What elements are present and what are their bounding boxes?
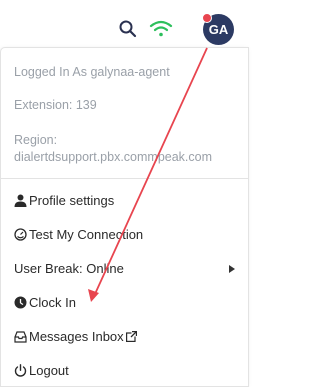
power-icon xyxy=(14,364,27,377)
clock-in-item[interactable]: Clock In xyxy=(1,290,248,316)
wifi-icon[interactable] xyxy=(148,18,174,40)
search-icon[interactable] xyxy=(118,19,138,39)
gauge-icon xyxy=(14,228,27,241)
user-break-label: User Break: Online xyxy=(14,261,124,276)
top-bar: GA xyxy=(0,0,249,50)
test-connection-item[interactable]: Test My Connection xyxy=(1,222,248,248)
external-link-icon xyxy=(125,331,137,342)
logout-label: Logout xyxy=(29,363,69,378)
region-value: dialertdsupport.pbx.commpeak.com xyxy=(14,150,213,164)
clock-in-label: Clock In xyxy=(29,295,76,310)
messages-inbox-item[interactable]: Messages Inbox xyxy=(1,324,248,350)
user-dropdown-menu: Logged In As galynaa-agent Extension: 13… xyxy=(0,47,249,387)
user-break-item[interactable]: User Break: Online xyxy=(1,256,248,282)
messages-inbox-label: Messages Inbox xyxy=(29,329,137,344)
caret-right-icon xyxy=(229,265,235,273)
logged-in-text: Logged In As galynaa-agent xyxy=(14,65,170,79)
status-dot xyxy=(202,13,212,23)
user-icon xyxy=(14,194,27,207)
clock-icon xyxy=(14,296,27,309)
profile-settings-item[interactable]: Profile settings xyxy=(1,188,248,214)
menu-divider xyxy=(1,178,248,179)
logout-item[interactable]: Logout xyxy=(1,358,248,384)
profile-settings-label: Profile settings xyxy=(29,193,115,208)
test-connection-label: Test My Connection xyxy=(29,227,144,242)
inbox-icon xyxy=(14,331,27,343)
extension-text: Extension: 139 xyxy=(14,98,97,112)
